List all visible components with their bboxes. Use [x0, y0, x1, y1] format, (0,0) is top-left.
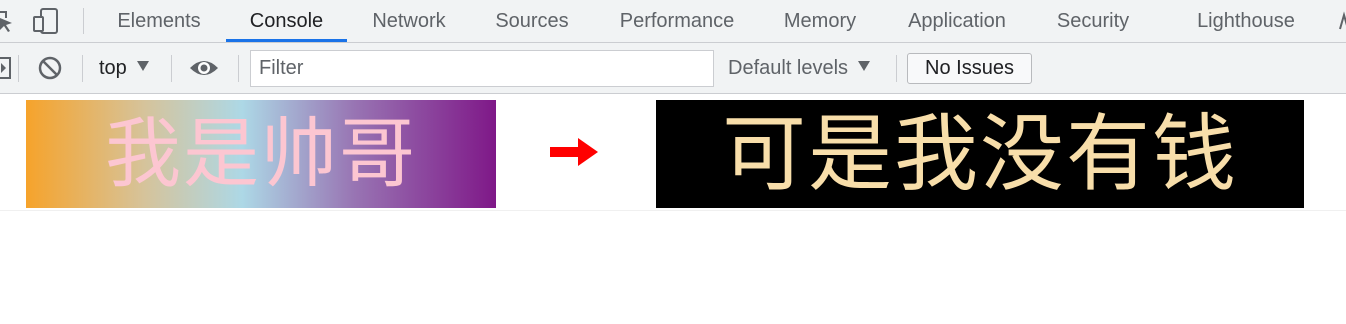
- tab-sources[interactable]: Sources: [484, 0, 580, 42]
- banner-right-text: 可是我没有钱: [721, 105, 1238, 203]
- console-message: 我是帅哥 可是我没有钱: [0, 94, 1346, 211]
- devtools-tabbar: Elements Console Network Sources Perform…: [0, 0, 1346, 43]
- toolbar-separator: [82, 55, 83, 82]
- context-selector[interactable]: top: [99, 55, 149, 81]
- console-toolbar: top Default levels No Issues: [0, 43, 1346, 94]
- context-label: top: [99, 57, 127, 79]
- toolbar-separator: [171, 55, 172, 82]
- clear-console-icon[interactable]: [37, 56, 63, 80]
- console-output: 我是帅哥 可是我没有钱: [0, 94, 1346, 324]
- tab-elements[interactable]: Elements: [107, 0, 211, 42]
- toolbar-separator: [896, 55, 897, 82]
- tab-network[interactable]: Network: [360, 0, 458, 42]
- device-toolbar-icon[interactable]: [31, 8, 63, 34]
- issues-button[interactable]: No Issues: [907, 53, 1032, 84]
- show-sidebar-icon[interactable]: [0, 56, 12, 80]
- tab-security[interactable]: Security: [1045, 0, 1141, 42]
- levels-dropdown-icon: [858, 61, 871, 71]
- log-levels-label: Default levels: [728, 57, 849, 79]
- toolbar-separator: [18, 55, 19, 82]
- devtools-panel: Elements Console Network Sources Perform…: [0, 0, 1346, 324]
- context-dropdown-icon: [136, 61, 149, 71]
- tab-performance[interactable]: Performance: [606, 0, 748, 42]
- styled-log-banner-left: 我是帅哥: [26, 100, 496, 208]
- styled-log-banner-right: 可是我没有钱: [656, 100, 1304, 208]
- tabbar-separator: [83, 8, 84, 34]
- inspect-element-icon[interactable]: [0, 9, 16, 33]
- more-tabs-icon[interactable]: [1338, 9, 1346, 33]
- log-levels-dropdown[interactable]: Default levels: [728, 55, 871, 81]
- tab-lighthouse[interactable]: Lighthouse: [1183, 0, 1309, 42]
- tab-console[interactable]: Console: [226, 0, 347, 42]
- tab-application[interactable]: Application: [894, 0, 1020, 42]
- live-expression-eye-icon[interactable]: [188, 56, 220, 80]
- filter-input[interactable]: [250, 50, 714, 87]
- toolbar-separator: [238, 55, 239, 82]
- tab-memory[interactable]: Memory: [772, 0, 868, 42]
- right-arrow-icon: [550, 136, 600, 168]
- banner-left-text: 我是帅哥: [105, 109, 417, 198]
